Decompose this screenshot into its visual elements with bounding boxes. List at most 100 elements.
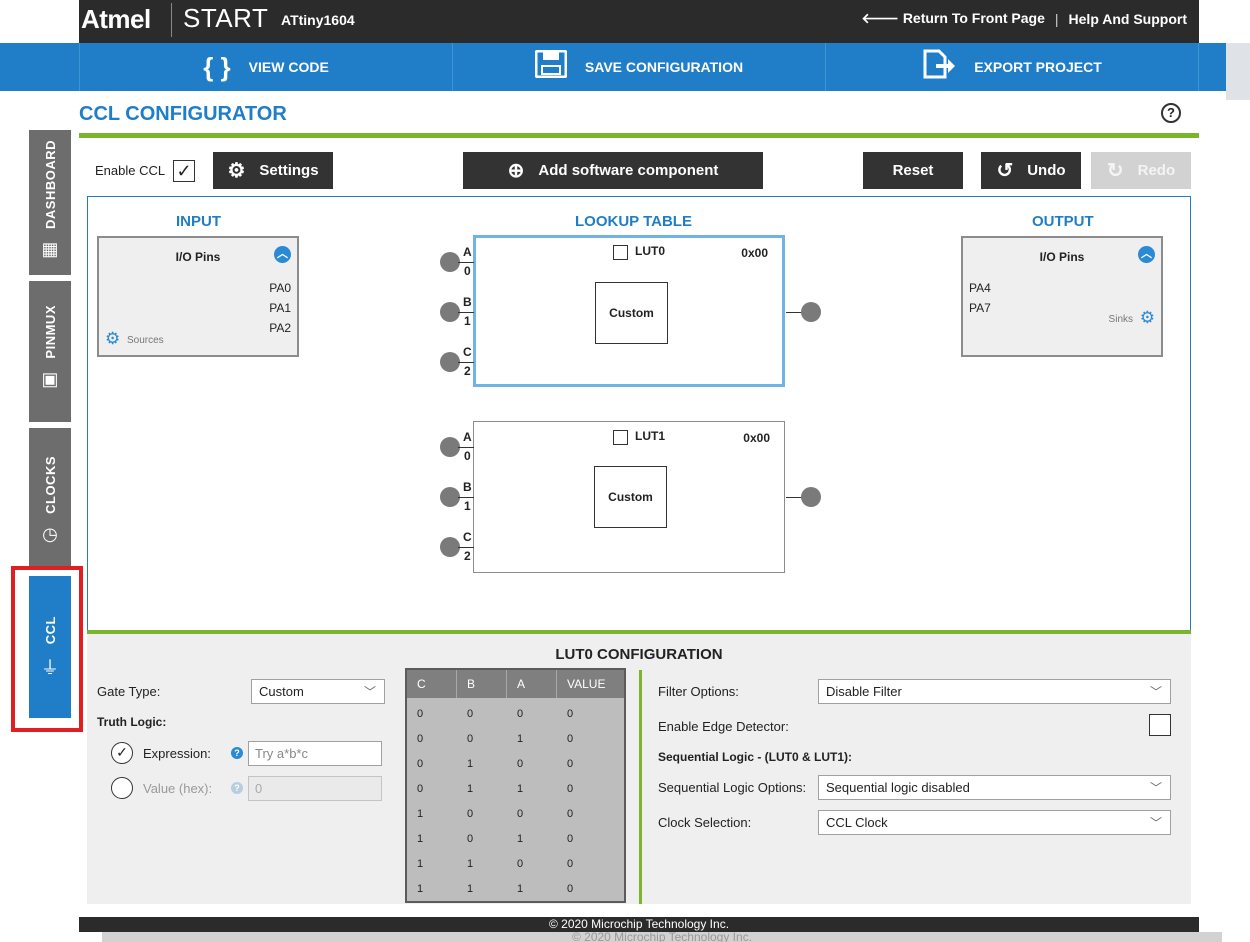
action-bar: { } VIEW CODE SAVE CONFIGURATION EXPORT … [0,43,1250,91]
table-cell: 0 [517,808,524,820]
table-cell: 0 [467,733,474,745]
table-cell: 1 [417,883,424,895]
highlight-box [11,566,83,732]
wire [458,547,474,548]
help-icon[interactable]: ? [1161,103,1181,123]
add-software-component-button[interactable]: ⊕ Add software component [463,152,763,189]
chevron-down-icon: ﹀ [1149,685,1162,699]
value-hex-input[interactable]: 0 [248,776,382,801]
sequential-options-select[interactable]: Sequential logic disabled ﹀ [818,775,1171,800]
gear-icon[interactable]: ⚙ [105,329,120,349]
lut0-checkbox[interactable] [613,245,628,260]
wire [786,497,802,498]
table-cell: 0 [417,783,424,795]
table-cell: 0 [467,808,474,820]
edge-detector-checkbox[interactable] [1149,714,1171,736]
lut1-value: 0x00 [743,431,770,445]
lut0-block[interactable]: LUT0 0x00 Custom [473,235,785,387]
question-icon[interactable]: ? [231,747,243,759]
expression-label: Expression: [143,746,211,761]
lut1-output-port[interactable] [801,487,821,507]
input-letter: C [463,345,472,359]
braces-icon: { } [203,51,231,82]
input-letter: C [463,530,472,544]
lut1-input-a-port[interactable] [440,437,460,457]
input-box-title: I/O Pins [175,250,221,264]
top-bar: Atmel START ATtiny1604 🡐 Return To Front… [79,0,1199,43]
chevron-up-icon[interactable]: ︿ [274,246,291,263]
input-number: 0 [464,449,471,463]
lut0-input-c-port[interactable] [440,352,460,372]
chip-icon: ▣ [41,368,59,389]
sequential-options-label: Sequential Logic Options: [658,780,807,795]
table-cell: 1 [417,808,424,820]
arrow-left-icon: 🡐 [861,10,899,26]
panel-divider [639,670,642,904]
value-hex-radio[interactable] [111,777,133,799]
truth-table: C B A VALUE 0 0 0 0 0 0 1 0 0 1 0 0 0 1 … [405,668,626,903]
table-cell: 1 [417,858,424,870]
lut0-output-port[interactable] [801,302,821,322]
enable-ccl-checkbox[interactable]: ✓ [173,160,195,182]
sidebar-item-dashboard[interactable]: DASHBOARD ▦ [29,130,71,275]
sidebar-item-clocks[interactable]: CLOCKS ◷ [29,428,71,568]
lookup-table-heading: LOOKUP TABLE [575,213,692,230]
plus-circle-icon: ⊕ [507,160,525,182]
filter-options-select[interactable]: Disable Filter ﹀ [818,679,1171,704]
chevron-down-icon: ﹀ [1149,816,1162,830]
gear-icon[interactable]: ⚙ [1140,308,1155,328]
value-hex-label: Value (hex): [143,781,213,796]
product-name: START [183,3,269,33]
lut1-gate-custom[interactable]: Custom [594,466,667,528]
view-code-button[interactable]: { } VIEW CODE [79,43,452,91]
lut0-input-b-port[interactable] [440,302,460,322]
output-io-pins-box[interactable]: I/O Pins ︿ PA4 PA7 Sinks ⚙ [961,236,1163,357]
table-cell: 0 [467,708,474,720]
table-header: A [507,670,557,698]
help-and-support-link[interactable]: Help And Support [1069,11,1187,27]
footer-shadow: © 2020 Microchip Technology Inc. [102,932,1222,942]
lut1-block[interactable]: LUT1 0x00 Custom [473,421,785,573]
wire [458,362,474,363]
input-letter: B [463,295,472,309]
lut1-input-b-port[interactable] [440,487,460,507]
return-front-page-link[interactable]: 🡐 Return To Front Page [861,10,1045,27]
redo-button[interactable]: ↻ Redo [1091,152,1191,189]
floppy-disk-icon [534,49,568,85]
expression-radio[interactable]: ✓ [111,742,133,764]
wire [458,497,474,498]
input-letter: B [463,480,472,494]
table-cell: 0 [567,808,574,820]
gate-type-select[interactable]: Custom ﹀ [251,679,385,704]
undo-button[interactable]: ↺ Undo [981,152,1081,189]
lut1-name: LUT1 [635,429,665,443]
input-heading: INPUT [176,213,221,230]
lut0-input-a-port[interactable] [440,252,460,272]
sinks-label: Sinks [1108,314,1133,325]
wire [786,312,802,313]
table-cell: 1 [467,758,474,770]
scrollbar-track[interactable] [1226,43,1250,100]
clock-selection-select[interactable]: CCL Clock ﹀ [818,810,1171,835]
clock-icon: ◷ [42,523,58,544]
save-configuration-button[interactable]: SAVE CONFIGURATION [452,43,825,91]
brand-divider [171,3,172,37]
sidebar-item-pinmux[interactable]: PINMUX ▣ [29,281,71,422]
chevron-down-icon: ﹀ [363,685,376,699]
chevron-up-icon[interactable]: ︿ [1138,246,1155,263]
lut1-checkbox[interactable] [613,430,628,445]
table-cell: 0 [417,733,424,745]
input-io-pins-box[interactable]: I/O Pins ︿ PA0 PA1 PA2 ⚙ Sources [97,236,299,357]
lut0-gate-custom[interactable]: Custom [595,282,668,344]
table-cell: 0 [567,708,574,720]
expression-input[interactable]: Try a*b*c [248,741,382,766]
export-project-button[interactable]: EXPORT PROJECT [825,43,1199,91]
question-icon[interactable]: ? [231,782,243,794]
input-pin: PA0 [269,281,291,295]
lut1-input-c-port[interactable] [440,537,460,557]
config-title: LUT0 CONFIGURATION [555,646,723,663]
settings-button[interactable]: ⚙ Settings [213,152,333,189]
link-separator: | [1054,10,1059,27]
reset-button[interactable]: Reset [863,152,963,189]
table-cell: 0 [567,858,574,870]
